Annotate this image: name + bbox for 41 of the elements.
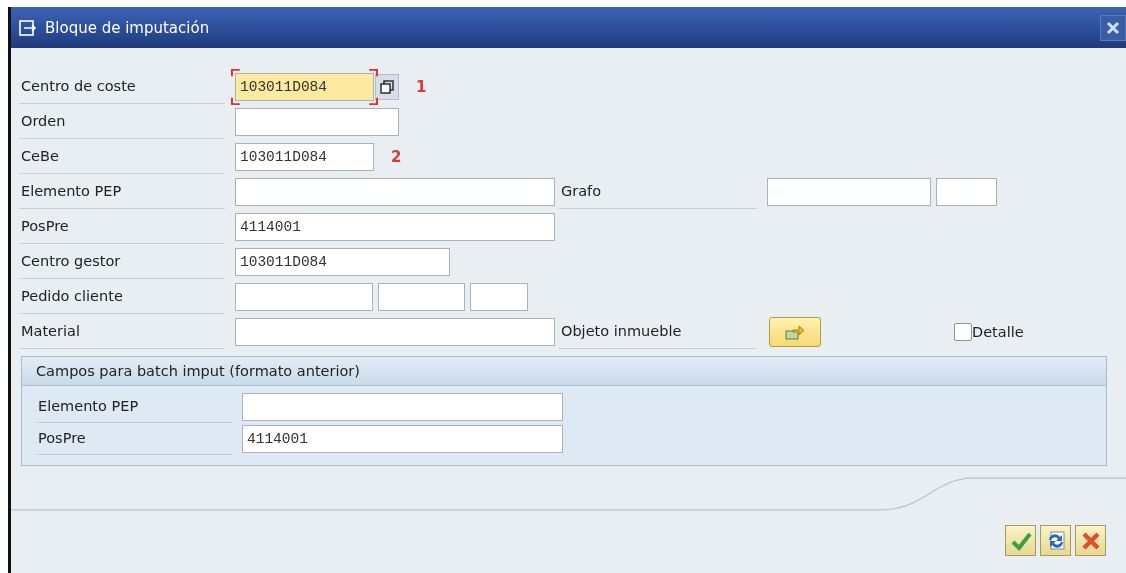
field-label: Orden xyxy=(19,104,225,139)
field-label: Objeto inmueble xyxy=(559,314,757,349)
copy-button[interactable] xyxy=(375,73,399,100)
field-label: Centro gestor xyxy=(19,244,225,279)
field-label: Pedido cliente xyxy=(19,279,225,314)
field-label: PosPre xyxy=(19,209,225,244)
annotation-number: 1 xyxy=(416,77,427,96)
input-field[interactable] xyxy=(235,317,555,346)
cancel-button[interactable] xyxy=(1075,525,1106,556)
input-field[interactable] xyxy=(936,177,997,206)
input-field[interactable] xyxy=(767,177,931,206)
input-field[interactable]: 103011D084 xyxy=(235,247,450,276)
input-field[interactable] xyxy=(235,177,555,206)
field-label: Material xyxy=(19,314,225,349)
confirm-button[interactable] xyxy=(1005,525,1036,556)
cancel-icon xyxy=(1079,529,1102,552)
input-field[interactable] xyxy=(235,107,399,136)
folder-arrow-button[interactable] xyxy=(769,316,821,347)
field-label: Elemento PEP xyxy=(36,391,232,423)
field-label: Centro de coste xyxy=(19,69,225,104)
field-label: Grafo xyxy=(559,174,757,209)
input-field[interactable] xyxy=(235,282,373,311)
refresh-button[interactable] xyxy=(1040,525,1071,556)
checkbox-label: Detalle xyxy=(972,323,1024,340)
input-field[interactable] xyxy=(378,282,465,311)
input-field[interactable] xyxy=(242,393,563,421)
window-title: Bloque de imputación xyxy=(45,18,210,37)
field-label: Elemento PEP xyxy=(19,174,225,209)
input-field[interactable]: 4114001 xyxy=(235,212,555,241)
copy-icon xyxy=(379,78,395,95)
close-icon xyxy=(1106,20,1120,35)
input-field[interactable] xyxy=(470,282,528,311)
input-field[interactable]: 103011D084 xyxy=(235,72,374,101)
field-label: CeBe xyxy=(19,139,225,174)
field-label: PosPre xyxy=(36,423,232,455)
annotation-number: 2 xyxy=(391,147,402,166)
checkbox[interactable] xyxy=(954,322,972,341)
input-field[interactable]: 4114001 xyxy=(242,425,563,453)
document-arrow-icon xyxy=(19,19,39,36)
input-field[interactable]: 103011D084 xyxy=(235,142,374,171)
close-button[interactable] xyxy=(1100,14,1126,41)
